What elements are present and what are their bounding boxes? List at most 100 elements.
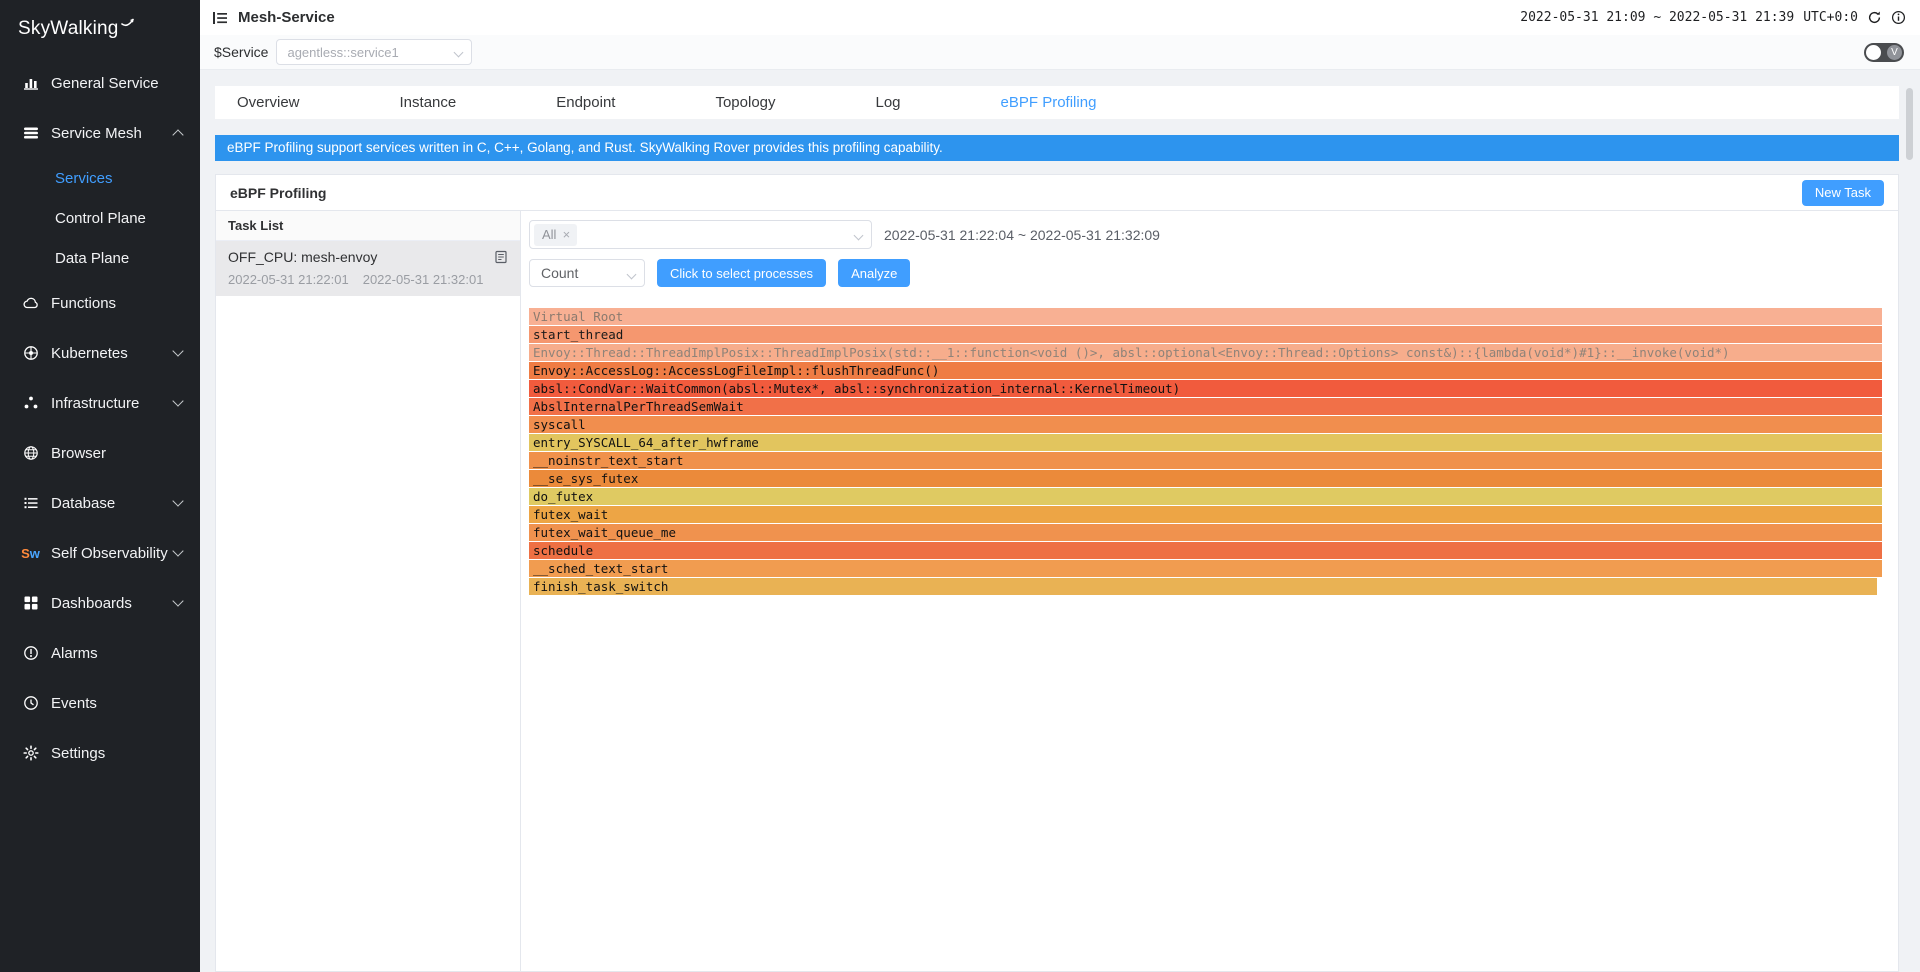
flame-frame[interactable]: Envoy::AccessLog::AccessLogFileImpl::flu… xyxy=(529,362,1882,379)
task-list-header: Task List xyxy=(216,211,520,241)
globe-icon xyxy=(22,445,39,462)
task-log-icon[interactable] xyxy=(494,250,508,264)
version-toggle[interactable]: V xyxy=(1864,43,1904,62)
sidebar-item-label: Data Plane xyxy=(55,250,129,267)
flame-frame[interactable]: __noinstr_text_start xyxy=(529,452,1882,469)
chevron-down-icon xyxy=(172,395,183,406)
flame-frame[interactable]: futex_wait_queue_me xyxy=(529,524,1882,541)
select-processes-button[interactable]: Click to select processes xyxy=(657,259,826,287)
cloud-icon xyxy=(22,295,39,312)
tag-close-icon[interactable]: × xyxy=(559,228,573,242)
scrollbar-thumb[interactable] xyxy=(1906,88,1913,160)
flame-frame[interactable]: Virtual Root xyxy=(529,308,1882,325)
service-select-label: $Service xyxy=(214,44,268,60)
aggregation-select[interactable]: Count xyxy=(529,259,645,287)
sidebar-item-label: Database xyxy=(51,495,115,512)
analyze-button[interactable]: Analyze xyxy=(838,259,910,287)
sidebar-item-database[interactable]: Database xyxy=(0,478,200,528)
flame-frame[interactable]: __se_sys_futex xyxy=(529,470,1882,487)
tab-endpoint[interactable]: Endpoint xyxy=(556,94,615,111)
refresh-icon[interactable] xyxy=(1867,10,1882,25)
task-name: OFF_CPU: mesh-envoy xyxy=(228,249,377,265)
task-list-panel: Task List OFF_CPU: mesh-envoy 2022-05-31 … xyxy=(216,211,521,971)
sidebar-item-infrastructure[interactable]: Infrastructure xyxy=(0,378,200,428)
chevron-down-icon xyxy=(172,345,183,356)
scope-tag-label: All xyxy=(542,227,556,242)
main-area: Mesh-Service 2022-05-31 21:09 ~ 2022-05-… xyxy=(200,0,1920,972)
service-select[interactable]: agentless::service1 xyxy=(276,39,472,65)
version-badge: V xyxy=(1887,45,1902,60)
sidebar-item-alarms[interactable]: Alarms xyxy=(0,628,200,678)
chevron-down-icon xyxy=(172,595,183,606)
info-icon[interactable] xyxy=(1891,10,1906,25)
infrastructure-icon xyxy=(22,395,39,412)
tab-instance[interactable]: Instance xyxy=(400,94,457,111)
chevron-down-icon xyxy=(454,48,464,58)
timezone-control[interactable]: UTC+0:0 xyxy=(1803,10,1858,25)
sidebar-item-label: Alarms xyxy=(51,645,98,662)
sidebar-item-browser[interactable]: Browser xyxy=(0,428,200,478)
sidebar-item-label: Dashboards xyxy=(51,595,132,612)
sidebar-item-general-service[interactable]: General Service xyxy=(0,58,200,108)
new-task-button[interactable]: New Task xyxy=(1802,180,1884,206)
flame-frame[interactable]: futex_wait xyxy=(529,506,1882,523)
tab-overview[interactable]: Overview xyxy=(237,94,300,111)
tab-topology[interactable]: Topology xyxy=(715,94,775,111)
sidebar-item-label: Settings xyxy=(51,745,105,762)
analysis-toolbar-row2: Count Click to select processes Analyze xyxy=(529,259,1882,287)
events-icon xyxy=(22,695,39,712)
time-range-picker[interactable]: 2022-05-31 21:09 ~ 2022-05-31 21:39 xyxy=(1520,10,1794,25)
flame-frame[interactable]: syscall xyxy=(529,416,1882,433)
task-start-time: 2022-05-31 21:22:01 xyxy=(228,272,349,287)
task-list-item[interactable]: OFF_CPU: mesh-envoy2022-05-31 21:22:0120… xyxy=(216,241,520,296)
header-controls: 2022-05-31 21:09 ~ 2022-05-31 21:39 UTC+… xyxy=(1520,10,1906,25)
alarm-icon xyxy=(22,645,39,662)
task-end-time: 2022-05-31 21:32:01 xyxy=(363,272,484,287)
sidebar-item-self-observability[interactable]: SwSelf Observability xyxy=(0,528,200,578)
tab-bar: Overview Instance Endpoint Topology Log eBPF … xyxy=(215,86,1899,119)
chevron-down-icon xyxy=(172,545,183,556)
logo-swoosh-icon xyxy=(121,12,138,34)
sidebar-item-events[interactable]: Events xyxy=(0,678,200,728)
sidebar-item-data-plane[interactable]: Data Plane xyxy=(0,238,200,278)
flame-frame[interactable]: __sched_text_start xyxy=(529,560,1882,577)
flame-frame[interactable]: absl::CondVar::WaitCommon(absl::Mutex*, … xyxy=(529,380,1882,397)
service-select-value: agentless::service1 xyxy=(287,45,398,60)
sidebar-item-settings[interactable]: Settings xyxy=(0,728,200,778)
bar-chart-icon xyxy=(22,75,39,92)
sidebar-item-label: Infrastructure xyxy=(51,395,139,412)
flame-graph: Virtual Rootstart_threadEnvoy::Thread::T… xyxy=(529,308,1882,596)
mesh-icon xyxy=(22,125,39,142)
collapse-sidebar-icon[interactable] xyxy=(212,10,228,26)
sidebar-item-service-mesh[interactable]: Service Mesh xyxy=(0,108,200,158)
app-logo-text: SkyWalking xyxy=(18,18,119,40)
flame-frame[interactable]: Envoy::Thread::ThreadImplPosix::ThreadIm… xyxy=(529,344,1882,361)
tab-log[interactable]: Log xyxy=(876,94,901,111)
sidebar-item-services[interactable]: Services xyxy=(0,158,200,198)
service-bar: $Service agentless::service1 V xyxy=(200,35,1920,70)
aggregation-select-value: Count xyxy=(541,265,578,281)
process-scope-select[interactable]: All × xyxy=(529,220,872,249)
flame-frame[interactable]: AbslInternalPerThreadSemWait xyxy=(529,398,1882,415)
sidebar-item-functions[interactable]: Functions xyxy=(0,278,200,328)
sidebar-item-control-plane[interactable]: Control Plane xyxy=(0,198,200,238)
ebpf-banner: eBPF Profiling support services written … xyxy=(215,135,1899,161)
app-logo[interactable]: SkyWalking xyxy=(0,0,200,58)
sidebar-item-kubernetes[interactable]: Kubernetes xyxy=(0,328,200,378)
panel-body: Task List OFF_CPU: mesh-envoy 2022-05-31 … xyxy=(216,211,1898,971)
gear-icon xyxy=(22,745,39,762)
sidebar-item-label: Browser xyxy=(51,445,106,462)
analysis-time-range: 2022-05-31 21:22:04 ~ 2022-05-31 21:32:0… xyxy=(884,227,1160,243)
ebpf-profiling-panel: eBPF Profiling New Task Task List OFF_CP… xyxy=(215,174,1899,972)
chevron-up-icon xyxy=(172,129,183,140)
tab-ebpf-profiling[interactable]: eBPF Profiling xyxy=(1001,94,1097,111)
flame-frame[interactable]: start_thread xyxy=(529,326,1882,343)
sidebar-item-label: General Service xyxy=(51,75,159,92)
flame-frame[interactable]: do_futex xyxy=(529,488,1882,505)
task-times: 2022-05-31 21:22:01 2022-05-31 21:32:01 xyxy=(228,272,508,287)
flame-frame[interactable]: finish_task_switch xyxy=(529,578,1877,595)
page-title: Mesh-Service xyxy=(238,9,335,26)
flame-frame[interactable]: schedule xyxy=(529,542,1882,559)
sidebar-item-dashboards[interactable]: Dashboards xyxy=(0,578,200,628)
flame-frame[interactable]: entry_SYSCALL_64_after_hwframe xyxy=(529,434,1882,451)
